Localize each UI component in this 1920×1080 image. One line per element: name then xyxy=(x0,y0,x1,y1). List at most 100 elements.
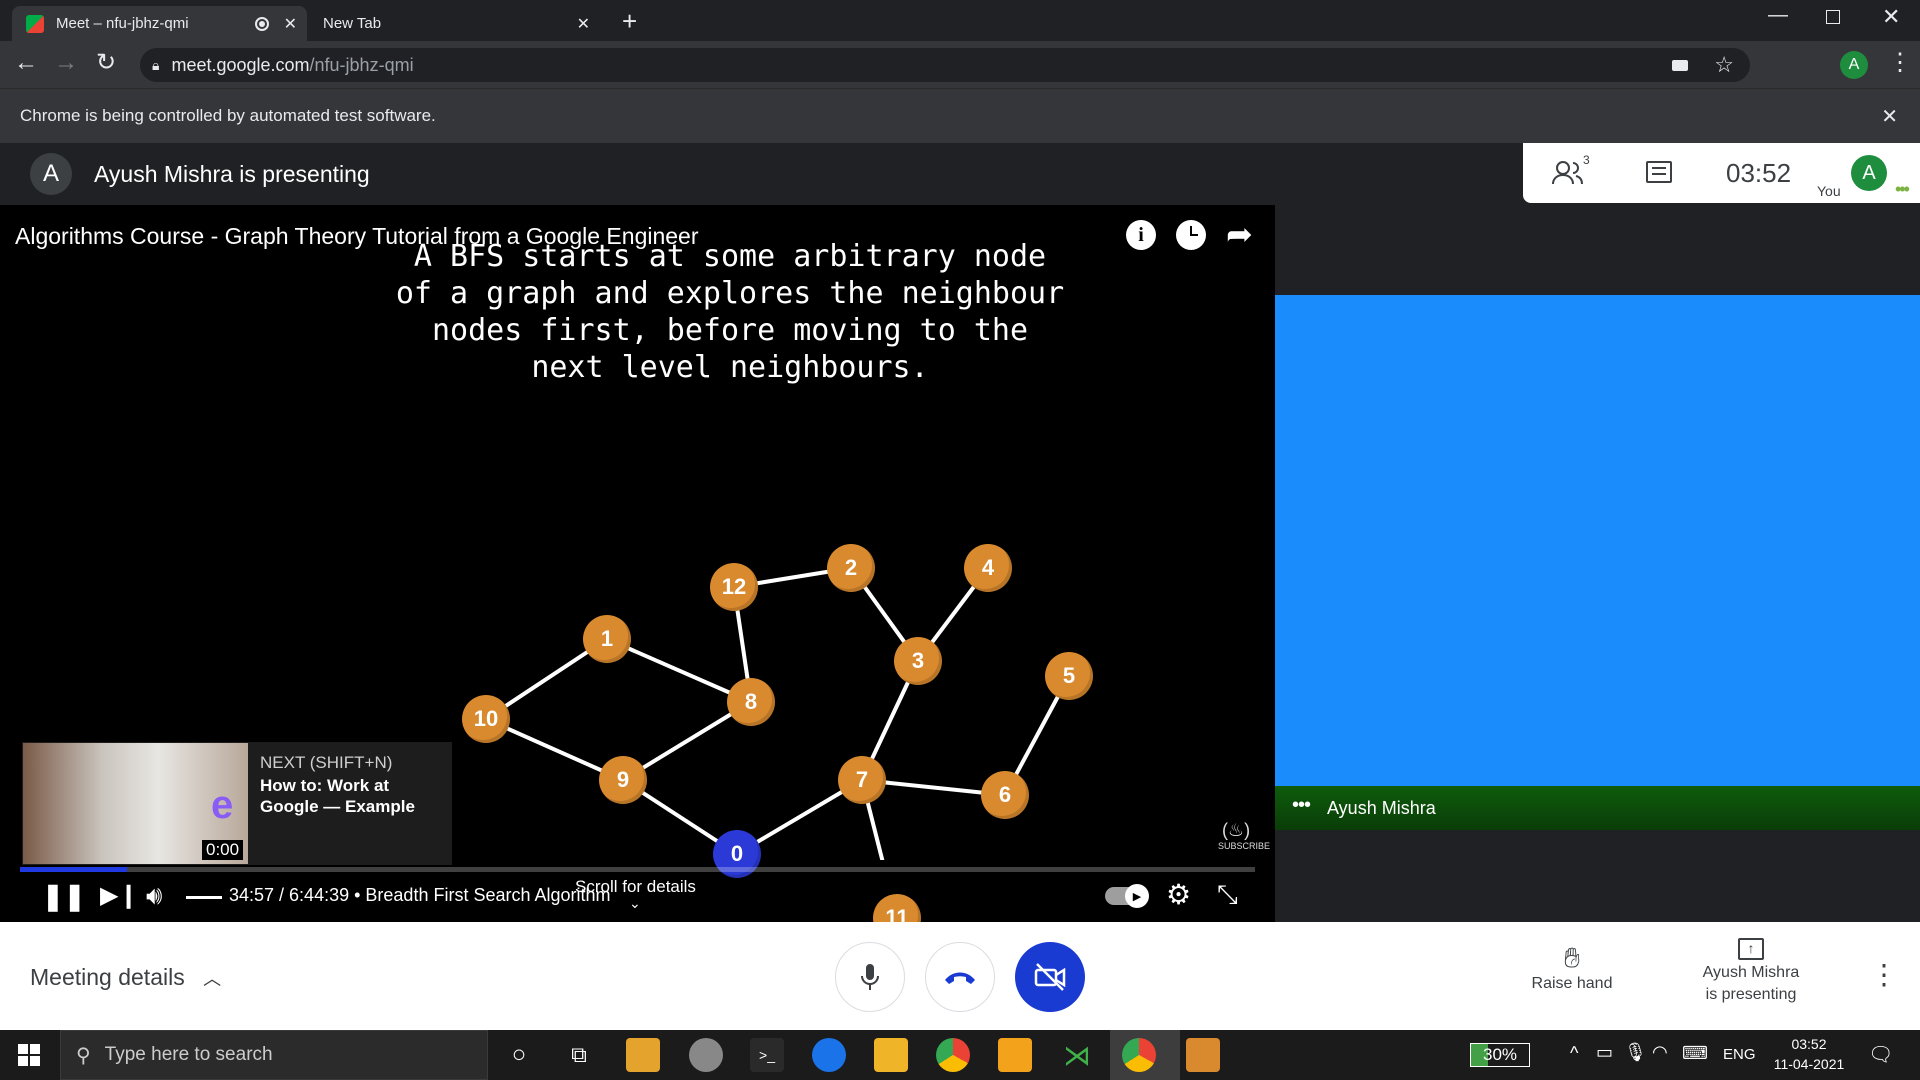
back-button[interactable]: ← xyxy=(14,49,38,77)
vscode-icon[interactable]: ⋊ xyxy=(1060,1038,1094,1072)
automation-infobar: Chrome is being controlled by automated … xyxy=(0,88,1920,143)
self-avatar: A xyxy=(1851,155,1887,191)
address-bar[interactable]: 🔒︎ meet.google.com/nfu-jbhz-qmi ☆ xyxy=(140,48,1750,82)
next-label: NEXT (SHIFT+N) xyxy=(260,753,393,772)
app-icon[interactable] xyxy=(1186,1038,1220,1072)
next-title: How to: Work at Google — Example xyxy=(260,775,415,817)
chrome-menu-icon[interactable]: ⋮ xyxy=(1888,48,1912,77)
wifi-icon[interactable]: ◠ xyxy=(1652,1042,1668,1063)
mail-app-icon[interactable] xyxy=(626,1038,660,1072)
minimize-button[interactable]: — xyxy=(1768,4,1788,27)
taskbar-time: 03:52 xyxy=(1791,1036,1827,1052)
microphone-button[interactable] xyxy=(835,942,905,1012)
graph-node-6: 6 xyxy=(981,771,1029,819)
battery-indicator[interactable]: 30% xyxy=(1470,1043,1530,1067)
new-tab-button[interactable]: + xyxy=(622,6,637,37)
reload-button[interactable]: ↻ xyxy=(96,48,116,77)
chevron-down-icon: ⌄ xyxy=(629,895,641,911)
next-button[interactable]: ▶❙ xyxy=(100,881,139,910)
participants-button[interactable]: 3 xyxy=(1551,153,1591,187)
terminal-icon[interactable]: >_ xyxy=(750,1038,784,1072)
notification-icon[interactable]: 🗨︎ xyxy=(1868,1042,1893,1067)
pause-button[interactable]: ❚❚ xyxy=(42,881,86,912)
exit-fullscreen-icon[interactable]: ⤡ xyxy=(1217,879,1238,911)
file-explorer-icon[interactable] xyxy=(874,1038,908,1072)
battery-percent: 30% xyxy=(1482,1045,1518,1064)
next-title-line: How to: Work at xyxy=(260,776,390,795)
settings-app-icon[interactable] xyxy=(812,1038,846,1072)
mic-tray-icon[interactable]: 🎙︎ xyxy=(1624,1042,1647,1063)
leave-call-button[interactable] xyxy=(925,942,995,1012)
camera-off-button[interactable] xyxy=(1015,942,1085,1012)
language-indicator[interactable]: ENG xyxy=(1723,1046,1756,1063)
more-options-icon[interactable]: ⋮ xyxy=(1870,958,1898,991)
audio-level-icon: ••• xyxy=(1895,179,1910,199)
meeting-info-panel: 3 03:52 A You ••• xyxy=(1523,143,1920,203)
chrome-icon[interactable] xyxy=(936,1038,970,1072)
taskbar-clock[interactable]: 03:52 11-04-2021 xyxy=(1764,1034,1854,1074)
graph-node-8: 8 xyxy=(727,678,775,726)
show-hidden-icons-icon[interactable]: ^ xyxy=(1570,1043,1578,1064)
recording-icon xyxy=(255,16,269,31)
infobar-close-icon[interactable]: ✕ xyxy=(1881,104,1898,129)
graph-node-5: 5 xyxy=(1045,652,1093,700)
more-options-icon[interactable]: ••• xyxy=(1292,794,1311,817)
chat-icon[interactable] xyxy=(1646,161,1672,183)
presenting-label: is presenting xyxy=(1705,986,1797,1003)
graph-node-2: 2 xyxy=(827,544,875,592)
participant-tile xyxy=(1275,295,1920,830)
camera-in-use-icon[interactable] xyxy=(1672,59,1688,71)
presenting-label: Ayush Mishra xyxy=(1702,964,1800,981)
volume-slider[interactable] xyxy=(186,896,222,899)
keyboard-icon[interactable]: ⌨ xyxy=(1682,1043,1708,1064)
next-duration: 0:00 xyxy=(202,840,244,860)
raise-hand-button[interactable]: ✋︎ Raise hand xyxy=(1520,942,1624,993)
progress-track[interactable] xyxy=(20,867,1255,872)
graph-edges xyxy=(484,566,1071,860)
graph-node-3: 3 xyxy=(894,637,942,685)
taskbar-date: 11-04-2021 xyxy=(1773,1056,1845,1072)
time-display: 34:57 / 6:44:39 • Breadth First Search A… xyxy=(229,885,611,905)
meeting-details-button[interactable]: Meeting details ︿ xyxy=(30,964,221,991)
profile-avatar[interactable]: A xyxy=(1840,51,1868,79)
thumbnail-logo-icon: e xyxy=(211,783,234,827)
forward-button[interactable]: → xyxy=(54,49,78,77)
meet-now-icon[interactable]: ▭ xyxy=(1596,1042,1613,1063)
tab-new-tab[interactable]: New Tab ✕ xyxy=(310,6,600,41)
task-view-icon[interactable]: ⧉ xyxy=(562,1038,596,1072)
raise-hand-label: Raise hand xyxy=(1531,975,1613,992)
bookmark-star-icon[interactable]: ☆ xyxy=(1714,52,1734,78)
meeting-clock: 03:52 xyxy=(1726,158,1792,188)
search-placeholder: Type here to search xyxy=(104,1044,273,1065)
graph-node-1: 1 xyxy=(583,615,631,663)
progress-fill xyxy=(20,867,127,872)
restore-button[interactable] xyxy=(1826,10,1840,24)
volume-icon[interactable]: 🔊︎ xyxy=(146,880,162,912)
windows-start-icon[interactable] xyxy=(18,1044,40,1066)
search-app-icon[interactable] xyxy=(689,1038,723,1072)
taskbar-search-box[interactable]: ⚲ Type here to search xyxy=(60,1030,488,1080)
next-title-line: Google — Example xyxy=(260,797,415,816)
hang-up-icon xyxy=(945,972,975,984)
tab-close-icon[interactable]: ✕ xyxy=(284,14,297,34)
tab-title: Meet – nfu-jbhz-qmi xyxy=(56,15,189,32)
graph-node-4: 4 xyxy=(964,544,1012,592)
present-now-button[interactable]: ↑ Ayush Mishra is presenting xyxy=(1680,938,1822,1006)
meet-stage: A Ayush Mishra is presenting 3 03:52 A Y… xyxy=(0,143,1920,942)
graph-node-9: 9 xyxy=(599,756,647,804)
microphone-icon xyxy=(861,964,879,990)
channel-watermark-icon[interactable]: (♨) SUBSCRIBE xyxy=(1218,820,1270,854)
browser-toolbar: ← → ↻ 🔒︎ meet.google.com/nfu-jbhz-qmi ☆ … xyxy=(0,41,1920,88)
chrome-icon[interactable] xyxy=(1122,1038,1156,1072)
cortana-icon[interactable]: ○ xyxy=(502,1038,536,1072)
participant-name-bar: ••• Ayush Mishra xyxy=(1275,786,1920,830)
present-screen-icon: ↑ xyxy=(1738,938,1764,960)
camera-off-icon xyxy=(1034,963,1066,991)
window-close-button[interactable]: ✕ xyxy=(1882,4,1900,30)
video-app-icon[interactable] xyxy=(998,1038,1032,1072)
settings-gear-icon[interactable]: ⚙ xyxy=(1166,878,1191,911)
autoplay-toggle[interactable]: ▶ xyxy=(1105,884,1149,908)
tab-meet[interactable]: Meet – nfu-jbhz-qmi ✕ xyxy=(12,6,307,41)
tab-close-icon[interactable]: ✕ xyxy=(577,14,590,34)
next-video-card[interactable]: e NEXT (SHIFT+N) How to: Work at Google … xyxy=(22,742,452,865)
